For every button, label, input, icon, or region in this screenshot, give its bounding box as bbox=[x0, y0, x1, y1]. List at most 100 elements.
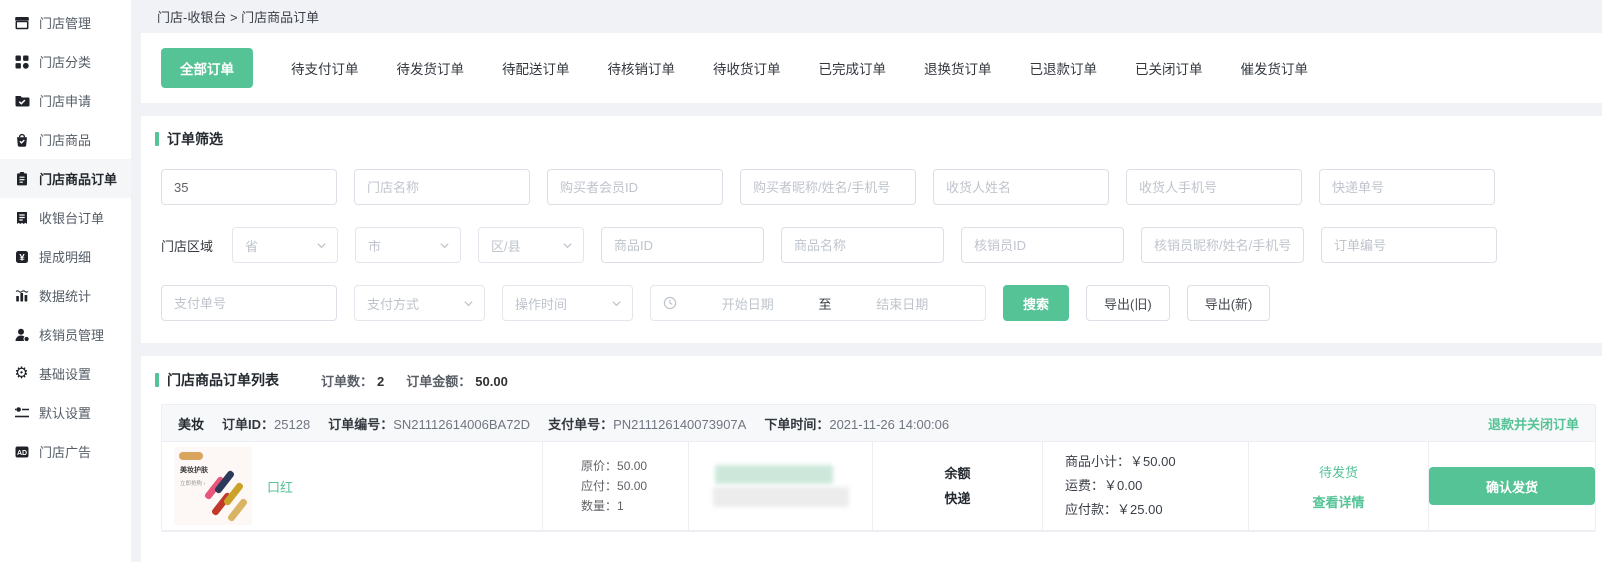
tab-pending-payment[interactable]: 待支付订单 bbox=[291, 58, 359, 78]
sidebar-item-store-category[interactable]: 门店分类 bbox=[0, 42, 131, 81]
province-select[interactable]: 省 bbox=[232, 227, 338, 263]
sidebar-item-cashier-orders[interactable]: 收银台订单 bbox=[0, 198, 131, 237]
buyer-info-cell bbox=[689, 442, 873, 530]
tracking-number-input[interactable] bbox=[1319, 169, 1495, 205]
tab-pending-verification[interactable]: 待核销订单 bbox=[608, 58, 676, 78]
delivery-type: 快递 bbox=[944, 486, 970, 511]
search-button[interactable]: 搜索 bbox=[1003, 285, 1069, 321]
chevron-down-icon bbox=[562, 240, 573, 251]
confirm-shipment-button[interactable]: 确认发货 bbox=[1429, 467, 1595, 505]
verifier-id-input[interactable] bbox=[961, 227, 1124, 263]
export-old-button[interactable]: 导出(旧) bbox=[1086, 285, 1170, 321]
sidebar-item-verifier-manage[interactable]: 核销员管理 bbox=[0, 315, 131, 354]
filter-row-3: 支付方式 操作时间 开始日期 至 结束日期 搜索 导出(旧) 导出(新) bbox=[155, 285, 1596, 321]
date-range-picker[interactable]: 开始日期 至 结束日期 bbox=[650, 285, 986, 321]
folder-check-icon bbox=[13, 92, 30, 109]
end-date-field[interactable]: 结束日期 bbox=[832, 294, 974, 313]
svg-text:AD: AD bbox=[16, 450, 26, 457]
sliders-icon bbox=[13, 404, 30, 421]
buyer-member-id-input[interactable] bbox=[547, 169, 723, 205]
product-name-link[interactable]: 口红 bbox=[267, 477, 293, 496]
order-block: 美妆 订单ID：25128 订单编号：SN21112614006BA72D 支付… bbox=[161, 404, 1596, 532]
sidebar-item-data-statistics[interactable]: 数据统计 bbox=[0, 276, 131, 315]
export-new-button[interactable]: 导出(新) bbox=[1187, 285, 1271, 321]
product-image-badge bbox=[179, 452, 203, 460]
tab-closed[interactable]: 已关闭订单 bbox=[1135, 58, 1203, 78]
sidebar-item-label: 基础设置 bbox=[39, 364, 91, 383]
product-id-input[interactable] bbox=[601, 227, 764, 263]
store-name-input[interactable] bbox=[354, 169, 530, 205]
app-root: 门店管理 门店分类 门店申请 门店商品 门店商品订单 收银台订单 ¥ 提成明细 bbox=[0, 0, 1602, 562]
quantity: 数量：1 bbox=[581, 496, 624, 516]
sidebar-item-label: 收银台订单 bbox=[39, 208, 104, 227]
filter-row-2: 门店区域 省 市 区/县 bbox=[155, 227, 1596, 263]
pay-method-select[interactable]: 支付方式 bbox=[354, 285, 485, 321]
receipt-icon bbox=[13, 209, 30, 226]
order-store-name: 美妆 bbox=[178, 414, 204, 433]
sidebar-item-commission-detail[interactable]: ¥ 提成明细 bbox=[0, 237, 131, 276]
goods-subtotal: 商品小计：￥50.00 bbox=[1065, 450, 1176, 474]
sidebar-item-store-goods[interactable]: 门店商品 bbox=[0, 120, 131, 159]
tab-completed[interactable]: 已完成订单 bbox=[819, 58, 887, 78]
consignee-phone-input[interactable] bbox=[1126, 169, 1302, 205]
sidebar-item-label: 门店分类 bbox=[39, 52, 91, 71]
chevron-down-icon bbox=[316, 240, 327, 251]
sidebar-item-label: 门店申请 bbox=[39, 91, 91, 110]
filter-section-title: 订单筛选 bbox=[167, 129, 223, 149]
order-filter-section: 订单筛选 门店区域 省 市 bbox=[141, 116, 1602, 343]
city-select[interactable]: 市 bbox=[355, 227, 461, 263]
chevron-down-icon bbox=[611, 298, 622, 309]
tab-pending-shipment[interactable]: 待发货订单 bbox=[397, 58, 465, 78]
product-name-input[interactable] bbox=[781, 227, 944, 263]
sidebar-item-store-goods-orders[interactable]: 门店商品订单 bbox=[0, 159, 131, 198]
sidebar-item-store-apply[interactable]: 门店申请 bbox=[0, 81, 131, 120]
pay-number-input[interactable] bbox=[161, 285, 337, 321]
order-sn-input[interactable] bbox=[1321, 227, 1497, 263]
sidebar-item-store-manage[interactable]: 门店管理 bbox=[0, 3, 131, 42]
clipboard-icon bbox=[13, 170, 30, 187]
tab-pending-delivery[interactable]: 待配送订单 bbox=[502, 58, 570, 78]
product-cell: 美妆护肤 立即抢购 › 口红 bbox=[162, 442, 543, 530]
date-to-label: 至 bbox=[819, 294, 832, 313]
tab-pending-receipt[interactable]: 待收货订单 bbox=[713, 58, 781, 78]
operate-time-select[interactable]: 操作时间 bbox=[502, 285, 633, 321]
sidebar-item-label: 门店商品 bbox=[39, 130, 91, 149]
refund-close-order-link[interactable]: 退款并关闭订单 bbox=[1488, 414, 1579, 433]
order-id: 订单ID：25128 bbox=[222, 414, 310, 433]
order-pay-number: 支付单号：PN211126140073907A bbox=[548, 414, 746, 433]
status-cell: 待发货 查看详情 bbox=[1249, 442, 1429, 530]
view-detail-link[interactable]: 查看详情 bbox=[1312, 492, 1364, 511]
product-image: 美妆护肤 立即抢购 › bbox=[174, 447, 252, 525]
consignee-name-input[interactable] bbox=[933, 169, 1109, 205]
start-date-field[interactable]: 开始日期 bbox=[677, 294, 819, 313]
buyer-nickname-input[interactable] bbox=[740, 169, 916, 205]
sidebar-item-default-settings[interactable]: 默认设置 bbox=[0, 393, 131, 432]
sidebar-item-basic-settings[interactable]: ⚙ 基础设置 bbox=[0, 354, 131, 393]
ad-icon: AD bbox=[13, 443, 30, 460]
order-tabs: 全部订单 待支付订单 待发货订单 待配送订单 待核销订单 待收货订单 已完成订单… bbox=[141, 33, 1602, 103]
order-time: 下单时间：2021-11-26 14:00:06 bbox=[764, 414, 949, 433]
chevron-down-icon bbox=[463, 298, 474, 309]
bag-icon bbox=[13, 131, 30, 148]
sidebar: 门店管理 门店分类 门店申请 门店商品 门店商品订单 收银台订单 ¥ 提成明细 bbox=[0, 0, 131, 562]
tab-return-exchange[interactable]: 退换货订单 bbox=[924, 58, 992, 78]
sidebar-item-label: 门店广告 bbox=[39, 442, 91, 461]
grid-icon bbox=[13, 53, 30, 70]
sidebar-item-store-ads[interactable]: AD 门店广告 bbox=[0, 432, 131, 471]
sidebar-item-label: 门店管理 bbox=[39, 13, 91, 32]
price-cell: 原价：50.00 应付：50.00 数量：1 bbox=[543, 442, 689, 530]
store-id-input[interactable] bbox=[161, 169, 337, 205]
amount-due: 应付款：￥25.00 bbox=[1065, 498, 1163, 522]
district-select[interactable]: 区/县 bbox=[478, 227, 584, 263]
verifier-nickname-input[interactable] bbox=[1141, 227, 1304, 263]
tab-all-orders[interactable]: 全部订单 bbox=[161, 48, 253, 88]
tab-urge-shipment[interactable]: 催发货订单 bbox=[1241, 58, 1309, 78]
main-area: 门店-收银台 > 门店商品订单 全部订单 待支付订单 待发货订单 待配送订单 待… bbox=[131, 0, 1602, 562]
action-cell: 确认发货 bbox=[1429, 442, 1595, 530]
freight: 运费：￥0.00 bbox=[1065, 474, 1142, 498]
tab-refunded[interactable]: 已退款订单 bbox=[1030, 58, 1098, 78]
clock-icon bbox=[663, 296, 677, 310]
order-sn: 订单编号：SN21112614006BA72D bbox=[328, 414, 530, 433]
buyer-info-redacted bbox=[713, 487, 849, 507]
store-icon bbox=[13, 14, 30, 31]
